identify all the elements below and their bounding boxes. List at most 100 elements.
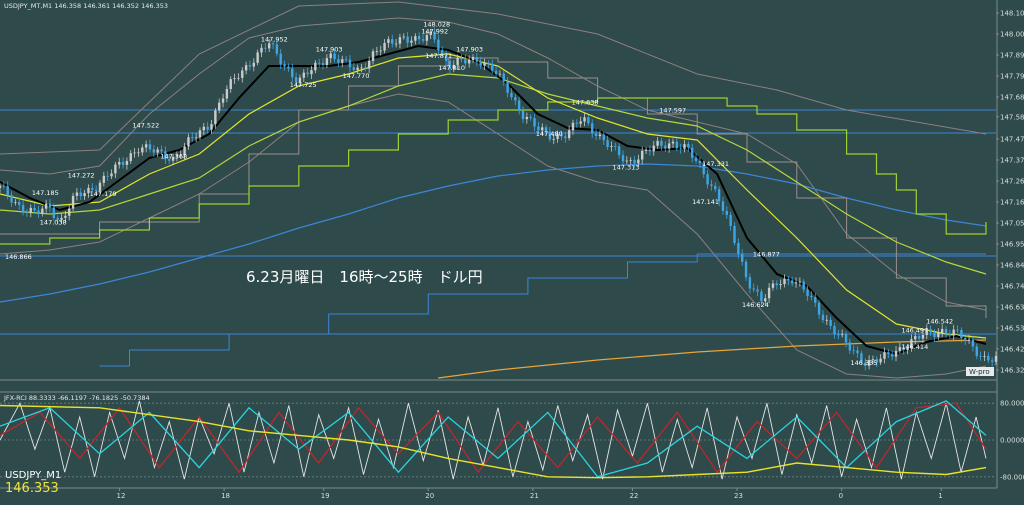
candle-body xyxy=(221,98,225,103)
candle-body xyxy=(237,77,240,79)
peak-label: 147.638 xyxy=(572,98,599,106)
candle-body xyxy=(421,39,425,41)
candle-body xyxy=(937,332,940,337)
candle-body xyxy=(710,184,713,186)
candle-body xyxy=(591,123,594,134)
candle-body xyxy=(29,207,32,213)
peak-label: 147.903 xyxy=(316,45,343,53)
candle-body xyxy=(491,63,494,71)
candle-body xyxy=(756,289,759,292)
candle-body xyxy=(691,147,694,158)
candle-body xyxy=(748,277,752,289)
candle-body xyxy=(264,47,267,49)
candle-body xyxy=(694,157,698,161)
candle-body xyxy=(956,329,959,331)
price-tick-label: 147.055 xyxy=(1000,220,1024,228)
candle-body xyxy=(683,144,686,149)
candle-body xyxy=(25,212,29,213)
candle-body xyxy=(479,61,482,66)
candle-body xyxy=(733,225,736,244)
candle-body xyxy=(664,145,667,149)
candle-body xyxy=(829,319,832,326)
candle-body xyxy=(856,350,859,354)
price-tick-label: 146.740 xyxy=(1000,283,1024,291)
candle-body xyxy=(506,81,509,93)
candle-body xyxy=(852,350,855,352)
candle-body xyxy=(471,57,475,60)
candle-body xyxy=(837,334,840,336)
peak-label: 147.179 xyxy=(90,190,117,198)
candle-body xyxy=(229,79,232,90)
candle-body xyxy=(144,144,148,148)
candle-body xyxy=(679,148,682,150)
peak-label: 147.141 xyxy=(692,198,719,206)
wpro-badge: W-pro xyxy=(969,368,990,376)
peak-label: 147.770 xyxy=(343,72,370,80)
candle-body xyxy=(652,145,655,152)
price-tick-label: 146.845 xyxy=(1000,262,1024,270)
candle-body xyxy=(933,332,936,337)
peak-label: 146.624 xyxy=(742,301,769,309)
candle-body xyxy=(656,140,659,146)
candle-body xyxy=(510,92,513,98)
candle-body xyxy=(33,207,36,211)
candle-body xyxy=(364,67,367,69)
price-tick-label: 148.105 xyxy=(1000,10,1024,18)
price-chart[interactable]: USDJPY_MT,M1 146.358 146.361 146.352 146… xyxy=(0,0,1024,501)
candle-body xyxy=(241,70,244,78)
peak-label: 147.810 xyxy=(438,64,465,72)
chart-window: USDJPY_MT,M1 146.358 146.361 146.352 146… xyxy=(0,0,1024,501)
time-tick-label: 22 xyxy=(629,492,638,500)
candle-body xyxy=(83,193,86,197)
candle-body xyxy=(798,281,802,283)
peak-label: 147.992 xyxy=(421,28,448,36)
candle-body xyxy=(387,39,390,43)
candle-body xyxy=(533,118,536,127)
candle-body xyxy=(498,73,502,75)
candle-body xyxy=(737,243,740,254)
candle-body xyxy=(460,57,463,60)
candle-body xyxy=(352,67,355,70)
candle-body xyxy=(790,280,794,284)
candle-body xyxy=(321,62,325,65)
candle-body xyxy=(141,147,144,153)
indicator-header: JFX-RCI 88.3333 -66.1197 -76.1825 -50.73… xyxy=(3,394,150,402)
candle-body xyxy=(302,72,305,78)
candle-body xyxy=(21,204,25,213)
candle-body xyxy=(417,36,421,40)
price-tick-label: 146.635 xyxy=(1000,304,1024,312)
chart-header: USDJPY_MT,M1 146.358 146.361 146.352 146… xyxy=(4,2,168,10)
candle-body xyxy=(529,116,532,119)
candle-body xyxy=(502,73,505,82)
candle-body xyxy=(210,124,213,130)
candle-body xyxy=(760,291,763,302)
candle-body xyxy=(206,126,209,130)
price-tick-label: 147.790 xyxy=(1000,73,1024,81)
price-tick-label: 148.000 xyxy=(1000,31,1024,39)
candle-body xyxy=(106,175,109,177)
candle-body xyxy=(371,51,375,61)
candle-body xyxy=(894,350,898,357)
candle-body xyxy=(552,138,555,140)
candle-body xyxy=(767,287,771,299)
candle-body xyxy=(879,358,882,363)
candle-body xyxy=(840,334,844,335)
candle-body xyxy=(775,283,779,286)
price-tick-label: 147.475 xyxy=(1000,136,1024,144)
candle-body xyxy=(525,116,529,120)
candle-body xyxy=(594,133,598,137)
candle-body xyxy=(287,66,290,69)
candle-body xyxy=(583,117,586,122)
candle-body xyxy=(291,68,294,78)
peak-label: 146.542 xyxy=(926,318,953,326)
candle-body xyxy=(883,352,886,359)
candle-body xyxy=(125,161,129,165)
candle-body xyxy=(464,59,467,64)
candle-body xyxy=(483,62,486,66)
price-tick-label: 147.895 xyxy=(1000,52,1024,60)
candle-body xyxy=(252,62,256,67)
candle-body xyxy=(494,70,498,74)
candle-body xyxy=(641,150,644,160)
candle-body xyxy=(37,210,40,214)
candle-body xyxy=(833,325,836,335)
